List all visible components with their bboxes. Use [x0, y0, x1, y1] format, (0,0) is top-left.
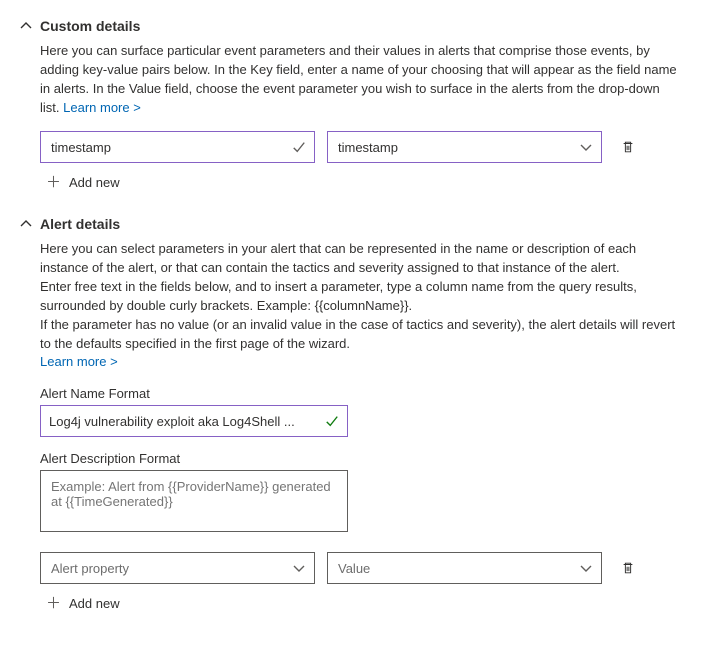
- alert-value-placeholder: Value: [328, 561, 571, 576]
- section-title: Alert details: [40, 216, 120, 232]
- add-new-alert-property-button[interactable]: ＋ Add new: [40, 592, 698, 615]
- add-new-custom-detail-button[interactable]: ＋ Add new: [40, 171, 698, 194]
- custom-key-value: timestamp: [41, 140, 284, 155]
- chevron-up-icon: [20, 20, 32, 32]
- custom-details-body: Here you can surface particular event pa…: [20, 42, 698, 194]
- chevron-down-icon: [571, 562, 601, 574]
- add-new-label: Add new: [69, 175, 120, 190]
- section-header-alert-details[interactable]: Alert details: [20, 216, 698, 232]
- alert-property-dropdown[interactable]: Alert property: [40, 552, 315, 584]
- chevron-down-icon: [284, 562, 314, 574]
- plus-icon: ＋: [46, 596, 61, 611]
- alert-name-format-label: Alert Name Format: [40, 386, 698, 401]
- alert-details-body: Here you can select parameters in your a…: [20, 240, 698, 615]
- alert-value-dropdown[interactable]: Value: [327, 552, 602, 584]
- checkmark-icon: [317, 414, 347, 428]
- alert-description-format-input[interactable]: [40, 470, 348, 532]
- plus-icon: ＋: [46, 175, 61, 190]
- alert-property-placeholder: Alert property: [41, 561, 284, 576]
- alert-description-format-label: Alert Description Format: [40, 451, 698, 466]
- custom-details-description: Here you can surface particular event pa…: [40, 42, 680, 117]
- checkmark-icon: [284, 140, 314, 154]
- custom-detail-row: timestamp timestamp: [40, 131, 698, 163]
- alert-property-row: Alert property Value: [40, 552, 698, 584]
- chevron-up-icon: [20, 218, 32, 230]
- custom-key-input[interactable]: timestamp: [40, 131, 315, 163]
- chevron-down-icon: [571, 141, 601, 153]
- section-title: Custom details: [40, 18, 140, 34]
- learn-more-link[interactable]: Learn more >: [63, 100, 141, 115]
- add-new-label: Add new: [69, 596, 120, 611]
- custom-value-dropdown[interactable]: timestamp: [327, 131, 602, 163]
- alert-name-format-value[interactable]: [41, 414, 317, 429]
- custom-value-value: timestamp: [328, 140, 571, 155]
- section-header-custom-details[interactable]: Custom details: [20, 18, 698, 34]
- delete-row-button[interactable]: [614, 133, 642, 161]
- alert-details-description: Here you can select parameters in your a…: [40, 240, 680, 372]
- alert-name-format-input[interactable]: [40, 405, 348, 437]
- learn-more-link[interactable]: Learn more >: [40, 354, 118, 369]
- alert-description-format-textarea[interactable]: [49, 477, 339, 525]
- delete-row-button[interactable]: [614, 554, 642, 582]
